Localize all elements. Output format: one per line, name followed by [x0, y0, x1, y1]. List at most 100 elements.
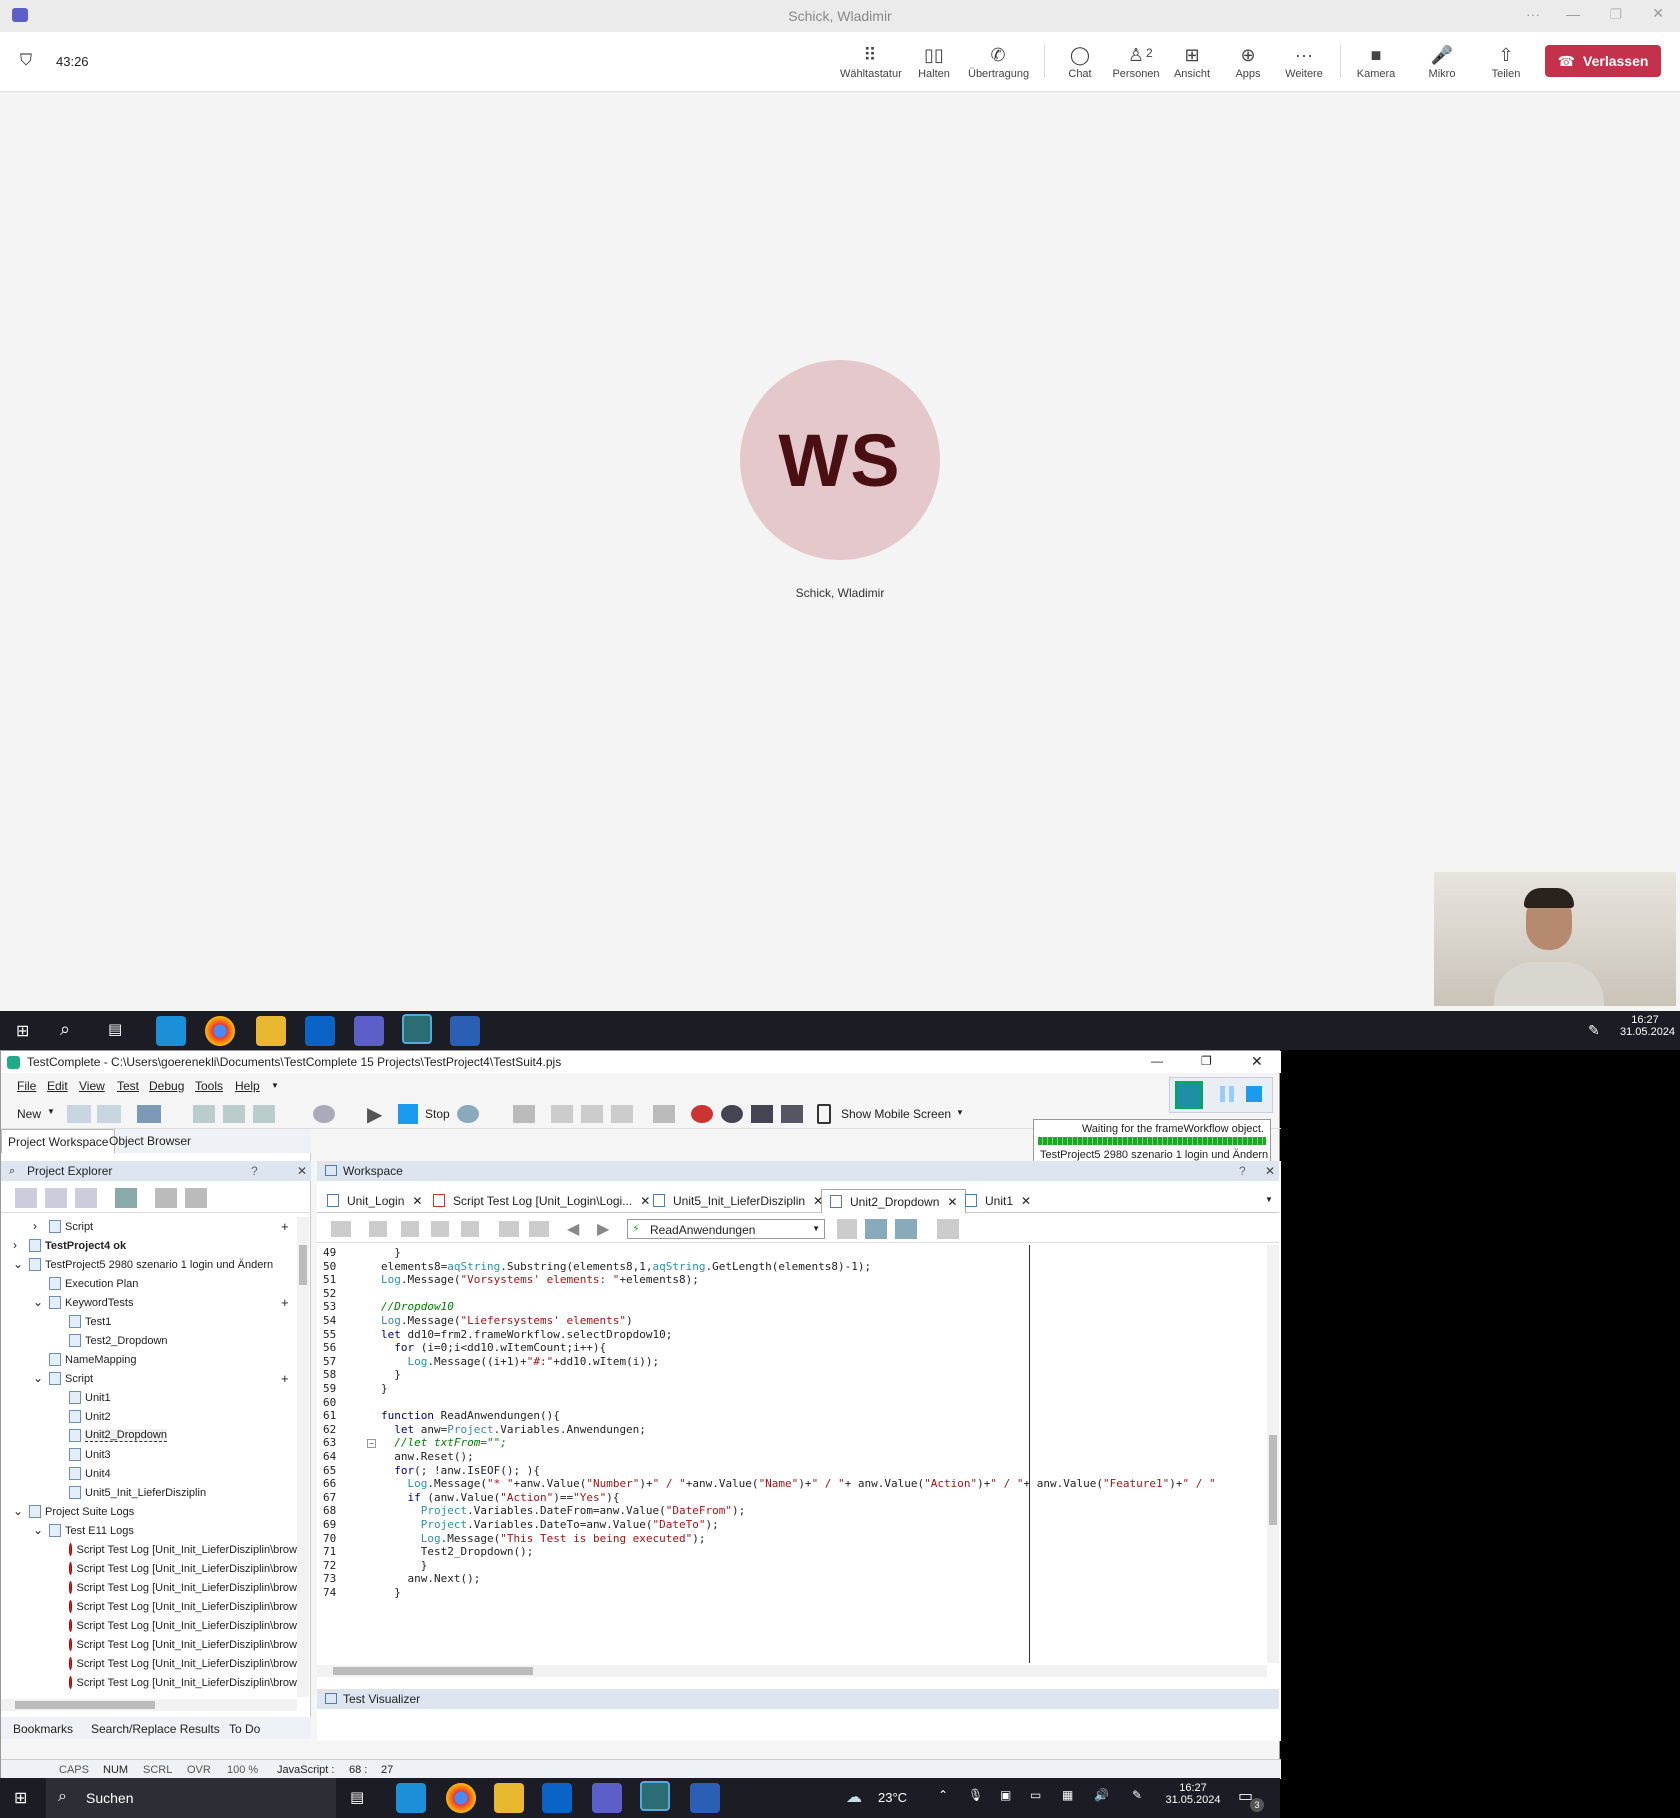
- editor-tab[interactable]: Unit2_Dropdown ✕: [821, 1189, 967, 1213]
- windows-start-icon[interactable]: ⊞: [16, 1021, 29, 1041]
- add-icon[interactable]: +: [281, 1295, 289, 1310]
- tree-item[interactable]: › Script +: [1, 1217, 297, 1236]
- tree-expander-icon[interactable]: ⌄: [33, 1295, 43, 1309]
- tree-expander-icon[interactable]: ⌄: [13, 1257, 23, 1271]
- tc-close-icon[interactable]: ✕: [1251, 1053, 1263, 1070]
- tree-item[interactable]: Test1: [1, 1312, 297, 1331]
- stop-button[interactable]: Stop: [425, 1107, 450, 1121]
- explorer-icon[interactable]: [256, 1016, 286, 1046]
- tree-expander-icon[interactable]: ›: [13, 1238, 17, 1252]
- routine-dropdown[interactable]: ⚡ ReadAnwendungen ▼: [627, 1219, 825, 1239]
- bug-list-icon[interactable]: [781, 1105, 803, 1123]
- mic-icon[interactable]: 🎙: [968, 1788, 983, 1802]
- tab-object-browser[interactable]: Object Browser: [109, 1134, 191, 1148]
- close-icon[interactable]: ✕: [1652, 5, 1664, 22]
- toolbar-button-teilen[interactable]: ⇧ Teilen: [1476, 42, 1536, 80]
- tab-close-icon[interactable]: ✕: [412, 1194, 422, 1208]
- show-mobile-screen-button[interactable]: Show Mobile Screen: [841, 1107, 951, 1121]
- outlook-icon[interactable]: [542, 1783, 572, 1813]
- windows-start-icon[interactable]: ⊞: [14, 1788, 27, 1808]
- tree-scrollbar[interactable]: [297, 1217, 309, 1697]
- tree-item[interactable]: ⌄ Test E11 Logs: [1, 1521, 297, 1540]
- run-project-icon[interactable]: [155, 1188, 177, 1208]
- tree-item[interactable]: Script Test Log [Unit_Init_LieferDiszipl…: [1, 1673, 297, 1692]
- chrome-icon[interactable]: [446, 1783, 476, 1813]
- tree-item[interactable]: Script Test Log [Unit_Init_LieferDiszipl…: [1, 1635, 297, 1654]
- tray-chevron-icon[interactable]: ⌃: [938, 1788, 948, 1802]
- code-hscrollbar[interactable]: [317, 1665, 1267, 1677]
- workspace-help-icon[interactable]: ?: [1239, 1164, 1246, 1178]
- tree-item[interactable]: Script Test Log [Unit_Init_LieferDiszipl…: [1, 1578, 297, 1597]
- properties-icon[interactable]: [115, 1188, 137, 1208]
- tree-item[interactable]: Unit5_Init_LieferDisziplin: [1, 1483, 297, 1502]
- menu-help[interactable]: Help: [235, 1079, 260, 1093]
- outdent-icon[interactable]: [401, 1221, 419, 1237]
- toolbar-button-weitere[interactable]: ··· Weitere: [1274, 42, 1334, 80]
- settings-icon[interactable]: [253, 1105, 275, 1123]
- tree-item[interactable]: Unit2: [1, 1407, 297, 1426]
- code-editor[interactable]: − 49 } 50 elements8=aqString.Substring(ele…: [317, 1245, 1267, 1663]
- tree-item[interactable]: Unit1: [1, 1388, 297, 1407]
- bug-icon[interactable]: [691, 1105, 713, 1123]
- tree-expander-icon[interactable]: ›: [33, 1219, 37, 1233]
- check-icon[interactable]: [837, 1219, 857, 1239]
- word-icon[interactable]: [450, 1016, 480, 1046]
- tree-expander-icon[interactable]: ⌄: [13, 1504, 23, 1518]
- pause-playback-icon[interactable]: [1220, 1086, 1234, 1102]
- tree-hscrollbar[interactable]: [1, 1699, 297, 1711]
- step-over-icon[interactable]: [551, 1105, 573, 1123]
- editor-tab[interactable]: Unit1 ✕: [957, 1189, 1039, 1213]
- debug-icon[interactable]: [457, 1105, 479, 1123]
- tree-item[interactable]: Script Test Log [Unit_Init_LieferDiszipl…: [1, 1597, 297, 1616]
- run-options-icon[interactable]: [185, 1188, 207, 1208]
- tree-item[interactable]: Script Test Log [Unit_Init_LieferDiszipl…: [1, 1616, 297, 1635]
- tc-minimize-icon[interactable]: —: [1151, 1054, 1163, 1068]
- tree-item[interactable]: Script Test Log [Unit_Init_LieferDiszipl…: [1, 1654, 297, 1673]
- tree-item[interactable]: Script Test Log [Unit_Init_LieferDiszipl…: [1, 1540, 297, 1559]
- teams-icon[interactable]: [354, 1016, 384, 1046]
- clear-bug-icon[interactable]: [751, 1105, 773, 1123]
- edge-icon[interactable]: [396, 1783, 426, 1813]
- tab-project-workspace[interactable]: Project Workspace: [1, 1129, 116, 1153]
- toolbar-button-kamera[interactable]: ■ Kamera: [1346, 42, 1406, 80]
- workspace-close-icon[interactable]: ✕: [1265, 1164, 1275, 1178]
- mobile-dropdown-icon[interactable]: ▼: [956, 1108, 964, 1117]
- step-out-icon[interactable]: [611, 1105, 633, 1123]
- editor-tab[interactable]: Script Test Log [Unit_Login\Logi... ✕: [425, 1189, 658, 1213]
- leave-button[interactable]: ☎ Verlassen: [1545, 45, 1661, 77]
- tabs-dropdown-icon[interactable]: ▼: [1265, 1195, 1273, 1204]
- save-icon[interactable]: [137, 1105, 161, 1123]
- indent-icon[interactable]: [369, 1221, 387, 1237]
- testcomplete-icon[interactable]: [402, 1014, 432, 1044]
- toolbar-button-apps[interactable]: ⊕ Apps: [1218, 42, 1278, 80]
- find-bug-icon[interactable]: [721, 1105, 743, 1123]
- toolbar-button-personen[interactable]: ♙ 2 Personen: [1106, 42, 1166, 80]
- object-spy-icon[interactable]: [895, 1219, 917, 1239]
- back-arrow-icon[interactable]: ◀: [567, 1219, 579, 1239]
- new-button[interactable]: New: [17, 1107, 41, 1121]
- testcomplete-icon[interactable]: [640, 1781, 670, 1811]
- battery-icon[interactable]: ▭: [1030, 1788, 1041, 1802]
- tree-expander-icon[interactable]: ⌄: [33, 1371, 43, 1385]
- step-into-icon[interactable]: [581, 1105, 603, 1123]
- editor-tab[interactable]: Unit_Login ✕: [319, 1189, 430, 1213]
- code-vscrollbar[interactable]: [1267, 1245, 1279, 1663]
- tc-restore-icon[interactable]: ❐: [1201, 1054, 1212, 1068]
- toolbar-button-mikro[interactable]: 🎤 Mikro: [1412, 42, 1472, 80]
- toolbar-button-chat[interactable]: ◯ Chat: [1050, 42, 1110, 80]
- explorer-icon[interactable]: [494, 1783, 524, 1813]
- explorer-close-icon[interactable]: ✕: [297, 1164, 307, 1178]
- open-icon[interactable]: [67, 1105, 91, 1123]
- evaluate-icon[interactable]: [653, 1105, 675, 1123]
- tree-item[interactable]: ⌄ Project Suite Logs: [1, 1502, 297, 1521]
- toolbar-button-halten[interactable]: ▯▯ Halten: [904, 42, 964, 80]
- run-icon[interactable]: ▶: [367, 1102, 382, 1127]
- tree-item[interactable]: › TestProject4 ok: [1, 1236, 297, 1255]
- add-item-icon[interactable]: [193, 1105, 215, 1123]
- add-file-icon[interactable]: [75, 1188, 97, 1208]
- editor-settings-icon[interactable]: [937, 1219, 959, 1239]
- forward-arrow-icon[interactable]: ▶: [597, 1219, 609, 1239]
- tab-close-icon[interactable]: ✕: [1021, 1194, 1031, 1208]
- web-object-icon[interactable]: [865, 1219, 887, 1239]
- menu-edit[interactable]: Edit: [47, 1079, 68, 1093]
